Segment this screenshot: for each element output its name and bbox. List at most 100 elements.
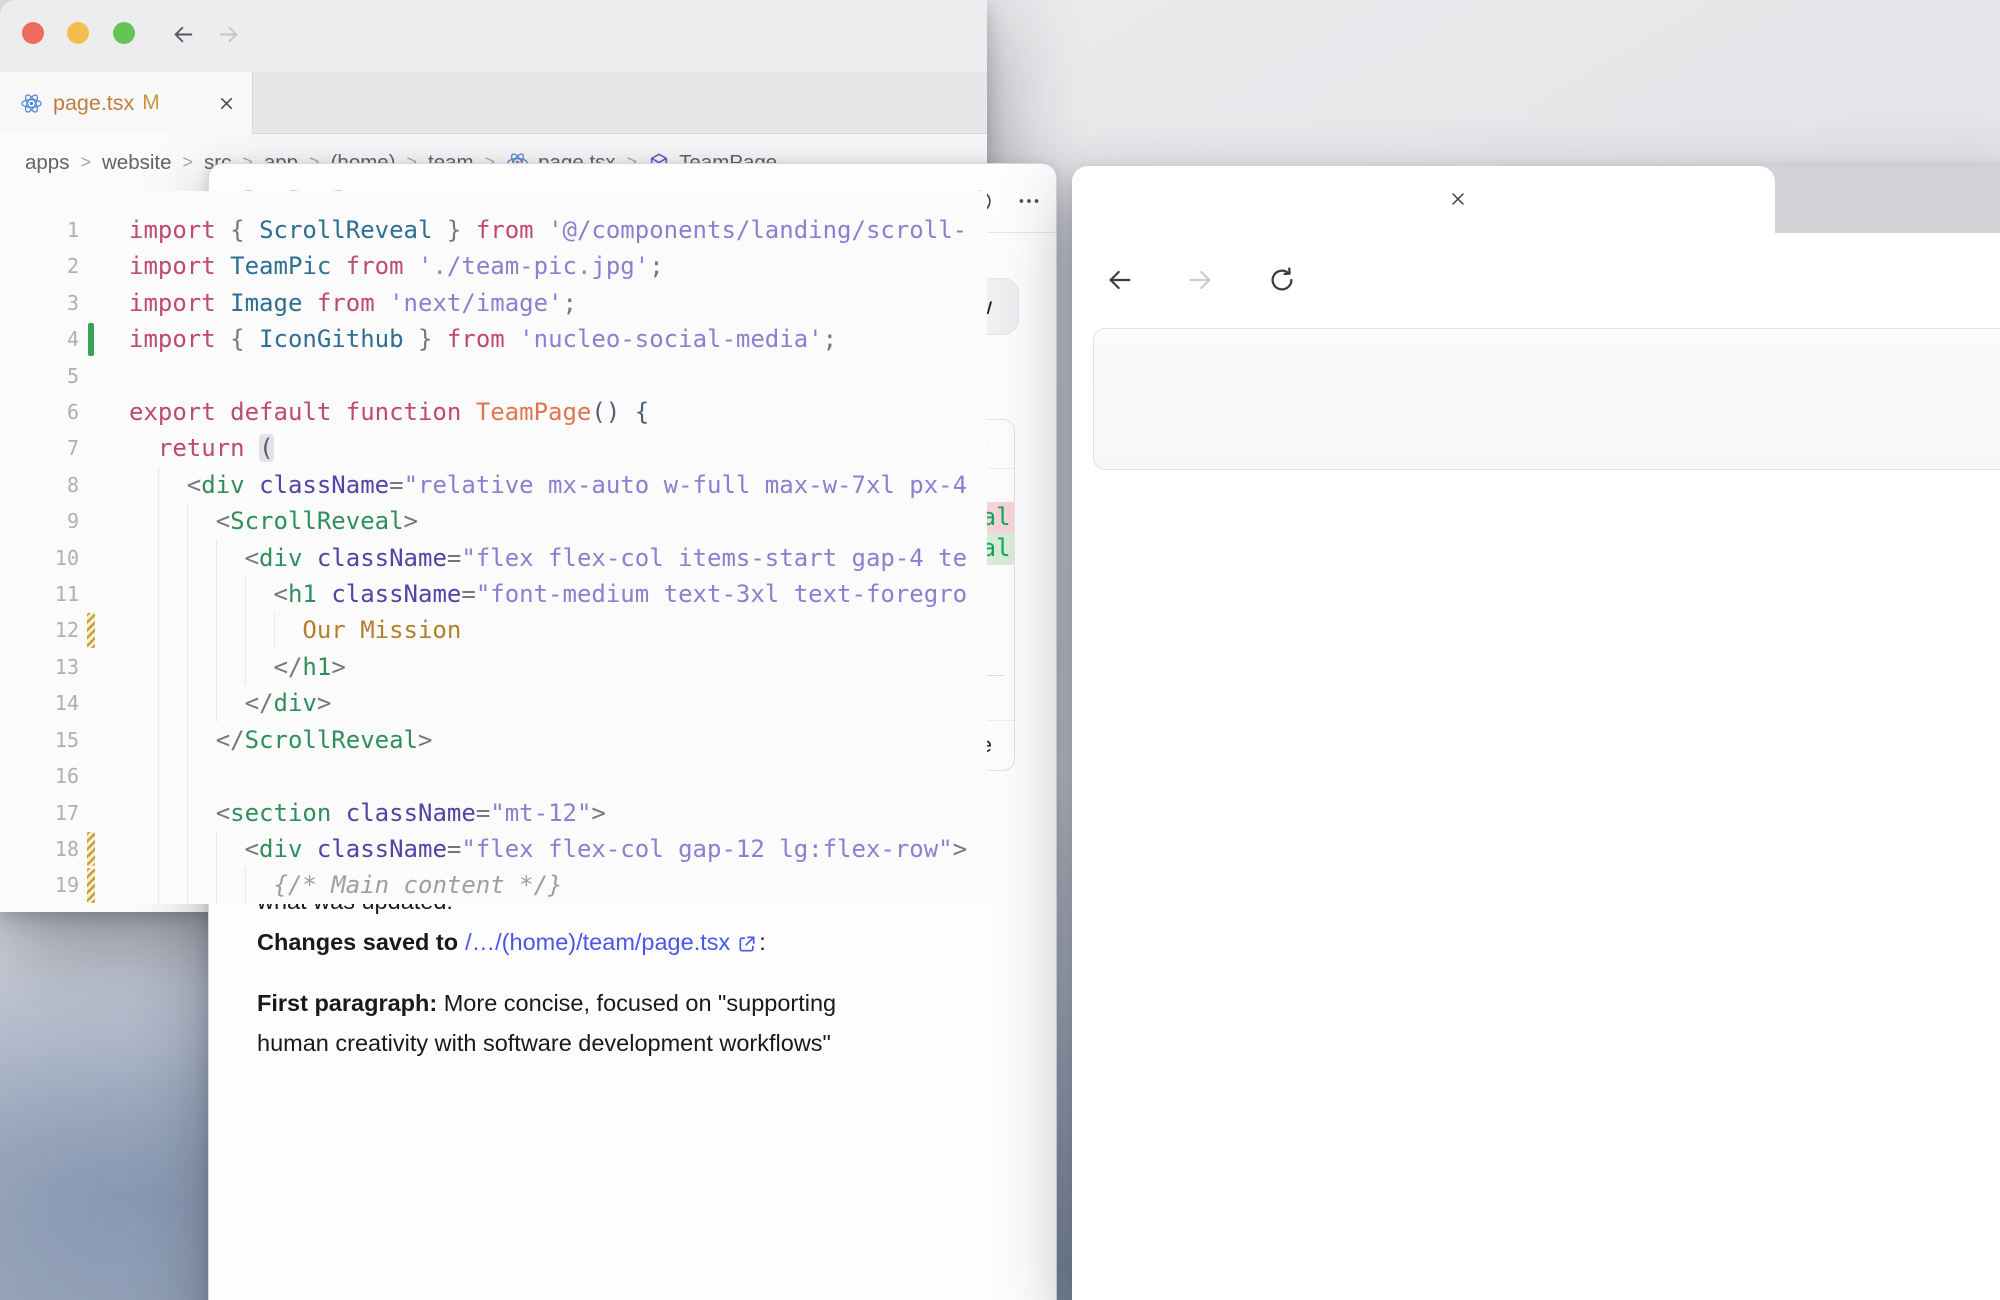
code-text: <ScrollReveal> xyxy=(97,503,987,539)
browser-content xyxy=(1072,328,2000,1300)
line-number: 2 xyxy=(0,248,79,284)
forward-button[interactable] xyxy=(1184,264,1216,296)
forward-arrow-icon xyxy=(215,21,242,48)
line-number: 8 xyxy=(0,467,79,503)
code-line[interactable]: 18 <div className="flex flex-col gap-12 … xyxy=(0,831,987,867)
git-modified-indicator xyxy=(79,831,97,867)
line-number: 12 xyxy=(0,612,79,648)
code-text: <div className="relative mx-auto w-full … xyxy=(97,467,987,503)
line-number: 6 xyxy=(0,394,79,430)
back-button[interactable] xyxy=(1104,264,1136,296)
close-icon xyxy=(1448,189,1468,209)
zoom-button[interactable] xyxy=(113,22,135,44)
close-button[interactable] xyxy=(22,22,44,44)
chevron-right-separator: > xyxy=(80,152,91,173)
code-text: </ScrollReveal> xyxy=(97,722,987,758)
first-paragraph-text: More concise, focused on "supporting xyxy=(437,990,836,1016)
back-arrow-icon xyxy=(1104,264,1136,296)
more-options-button[interactable] xyxy=(1014,186,1044,216)
chevron-right-separator: > xyxy=(183,152,194,173)
line-number: 7 xyxy=(0,430,79,466)
gutter xyxy=(79,394,97,430)
code-area[interactable]: 1import { ScrollReveal } from '@/compone… xyxy=(0,191,987,904)
line-number: 16 xyxy=(0,758,79,794)
gutter xyxy=(79,649,97,685)
code-text: </div> xyxy=(97,685,987,721)
gutter xyxy=(79,212,97,248)
gutter xyxy=(79,685,97,721)
code-line[interactable]: 6 export default function TeamPage() { xyxy=(0,394,987,430)
code-line[interactable]: 12 Our Mission xyxy=(0,612,987,648)
line-number: 1 xyxy=(0,212,79,248)
more-icon xyxy=(1016,188,1042,214)
code-line[interactable]: 15 </ScrollReveal> xyxy=(0,722,987,758)
line-number: 3 xyxy=(0,285,79,321)
first-paragraph-label: First paragraph: xyxy=(257,990,437,1016)
code-text xyxy=(97,758,987,794)
reload-icon xyxy=(1267,265,1297,295)
line-number: 5 xyxy=(0,358,79,394)
code-line[interactable]: 7 return ( xyxy=(0,430,987,466)
forward-arrow-icon xyxy=(1184,264,1216,296)
reload-button[interactable] xyxy=(1266,264,1298,296)
gutter xyxy=(79,467,97,503)
breadcrumb-item[interactable]: apps xyxy=(25,151,69,175)
code-text: {/* Main content */} xyxy=(97,867,987,903)
gutter xyxy=(79,358,97,394)
code-text: import { IconGithub } from 'nucleo-socia… xyxy=(97,321,987,357)
tab-file-name: page.tsx xyxy=(53,91,134,116)
code-line[interactable]: 19 {/* Main content */} xyxy=(0,867,987,903)
git-modified-indicator xyxy=(79,612,97,648)
changes-saved-label: Changes saved to xyxy=(257,922,458,962)
file-link[interactable]: /…/(home)/team/page.tsx xyxy=(465,922,730,962)
code-line[interactable]: 2 import TeamPic from './team-pic.jpg'; xyxy=(0,248,987,284)
code-text: export default function TeamPage() { xyxy=(97,394,987,430)
code-line[interactable]: 3 import Image from 'next/image'; xyxy=(0,285,987,321)
gutter xyxy=(79,576,97,612)
code-line[interactable]: 1import { ScrollReveal } from '@/compone… xyxy=(0,212,987,248)
browser-page-panel xyxy=(1093,328,2000,470)
line-number: 11 xyxy=(0,576,79,612)
browser-tab-strip xyxy=(1072,166,2000,233)
code-line[interactable]: 13 </h1> xyxy=(0,649,987,685)
code-line[interactable]: 8 <div className="relative mx-auto w-ful… xyxy=(0,467,987,503)
gutter xyxy=(79,540,97,576)
react-file-icon xyxy=(20,92,43,115)
code-line[interactable]: 4import { IconGithub } from 'nucleo-soci… xyxy=(0,321,987,357)
code-line[interactable]: 17 <section className="mt-12"> xyxy=(0,795,987,831)
code-text: import Image from 'next/image'; xyxy=(97,285,987,321)
line-number: 18 xyxy=(0,831,79,867)
minimize-button[interactable] xyxy=(67,22,89,44)
editor-back-button[interactable] xyxy=(169,20,197,48)
close-tab-button[interactable] xyxy=(217,94,236,113)
code-text: <div className="flex flex-col items-star… xyxy=(97,540,987,576)
code-text: import TeamPic from './team-pic.jpg'; xyxy=(97,248,987,284)
code-line[interactable]: 16 xyxy=(0,758,987,794)
line-number: 19 xyxy=(0,867,79,903)
close-tab-button[interactable] xyxy=(1444,185,1472,213)
line-number: 9 xyxy=(0,503,79,539)
back-arrow-icon xyxy=(170,21,197,48)
editor-tab-pagetsx[interactable]: page.tsx M xyxy=(0,72,253,134)
code-line[interactable]: 9 <ScrollReveal> xyxy=(0,503,987,539)
code-text: <h1 className="font-medium text-3xl text… xyxy=(97,576,987,612)
editor-tab-bar: page.tsx M xyxy=(0,72,987,134)
code-editor-window: page.tsx M apps>website>src>app>(home)>t… xyxy=(0,0,987,912)
git-added-indicator xyxy=(79,321,97,357)
gutter xyxy=(79,285,97,321)
code-line[interactable]: 5 xyxy=(0,358,987,394)
editor-forward-button[interactable] xyxy=(214,20,242,48)
external-link-icon[interactable] xyxy=(737,934,757,954)
gutter xyxy=(79,795,97,831)
code-text: <section className="mt-12"> xyxy=(97,795,987,831)
modified-badge: M xyxy=(142,91,160,115)
line-number: 15 xyxy=(0,722,79,758)
browser-tab[interactable] xyxy=(1072,166,1775,233)
breadcrumb-item[interactable]: website xyxy=(102,151,172,175)
code-line[interactable]: 11 <h1 className="font-medium text-3xl t… xyxy=(0,576,987,612)
colon-text: : xyxy=(759,922,766,962)
code-text xyxy=(97,358,987,394)
code-line[interactable]: 10 <div className="flex flex-col items-s… xyxy=(0,540,987,576)
code-line[interactable]: 14 </div> xyxy=(0,685,987,721)
editor-titlebar[interactable] xyxy=(0,0,987,72)
